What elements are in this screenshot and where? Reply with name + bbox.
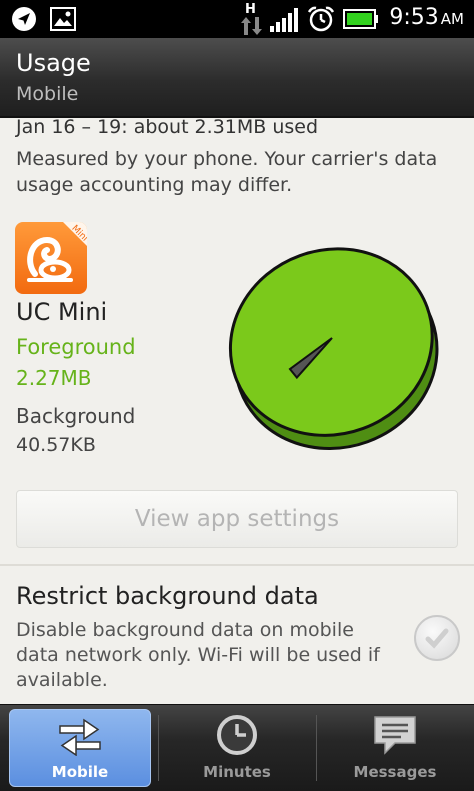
bottom-navigation: Mobile Minutes Messages — [0, 704, 474, 791]
section-divider — [0, 564, 474, 566]
title-bar: Usage Mobile — [0, 38, 474, 118]
app-name: UC Mini — [16, 298, 108, 326]
tab-mobile-label: Mobile — [51, 763, 109, 781]
background-label: Background — [16, 404, 136, 428]
tab-mobile-highlight: Mobile — [9, 709, 151, 787]
restrict-background-checkbox[interactable] — [414, 615, 460, 661]
usage-note: Measured by your phone. Your carrier's d… — [16, 148, 438, 196]
clock-time: 9:53 — [389, 5, 439, 30]
page-title: Usage — [16, 49, 91, 77]
clock-icon — [217, 715, 257, 755]
squirrel-icon: Mini — [27, 222, 87, 282]
tab-minutes[interactable]: Minutes — [158, 705, 316, 791]
check-icon — [425, 628, 449, 649]
battery-icon — [343, 9, 378, 29]
status-clock: 9:53 AM — [389, 5, 464, 30]
network-type-indicator: H — [245, 2, 256, 17]
clock-ampm: AM — [440, 10, 464, 28]
usage-content[interactable]: Jan 16 – 19: about 2.31MB used Measured … — [0, 118, 474, 704]
foreground-label: Foreground — [16, 335, 136, 359]
usage-date-range: Jan 16 – 19: about 2.31MB used — [16, 118, 319, 138]
tab-minutes-label: Minutes — [203, 763, 271, 781]
restrict-background-title: Restrict background data — [16, 582, 319, 610]
background-value: 40.57KB — [16, 434, 96, 456]
foreground-value: 2.27MB — [16, 366, 92, 390]
view-app-settings-button[interactable]: View app settings — [16, 490, 458, 548]
transfer-arrows-icon — [59, 718, 101, 756]
navigation-icon — [12, 7, 36, 31]
tab-mobile[interactable]: Mobile — [0, 705, 158, 791]
image-notification-icon — [50, 7, 76, 31]
restrict-background-description: Disable background data on mobile data n… — [16, 619, 380, 691]
page-subtitle: Mobile — [16, 83, 79, 105]
message-icon — [374, 716, 416, 755]
status-bar: H 9:53 AM — [0, 0, 474, 38]
data-transfer-icon — [241, 17, 262, 35]
pie-slice-foreground — [228, 247, 434, 437]
usage-pie-chart — [228, 247, 439, 451]
tab-messages-label: Messages — [353, 763, 437, 781]
tab-messages[interactable]: Messages — [316, 705, 474, 791]
uc-mini-app-icon: Mini — [15, 222, 87, 294]
alarm-icon — [307, 6, 335, 32]
signal-icon — [270, 8, 298, 32]
